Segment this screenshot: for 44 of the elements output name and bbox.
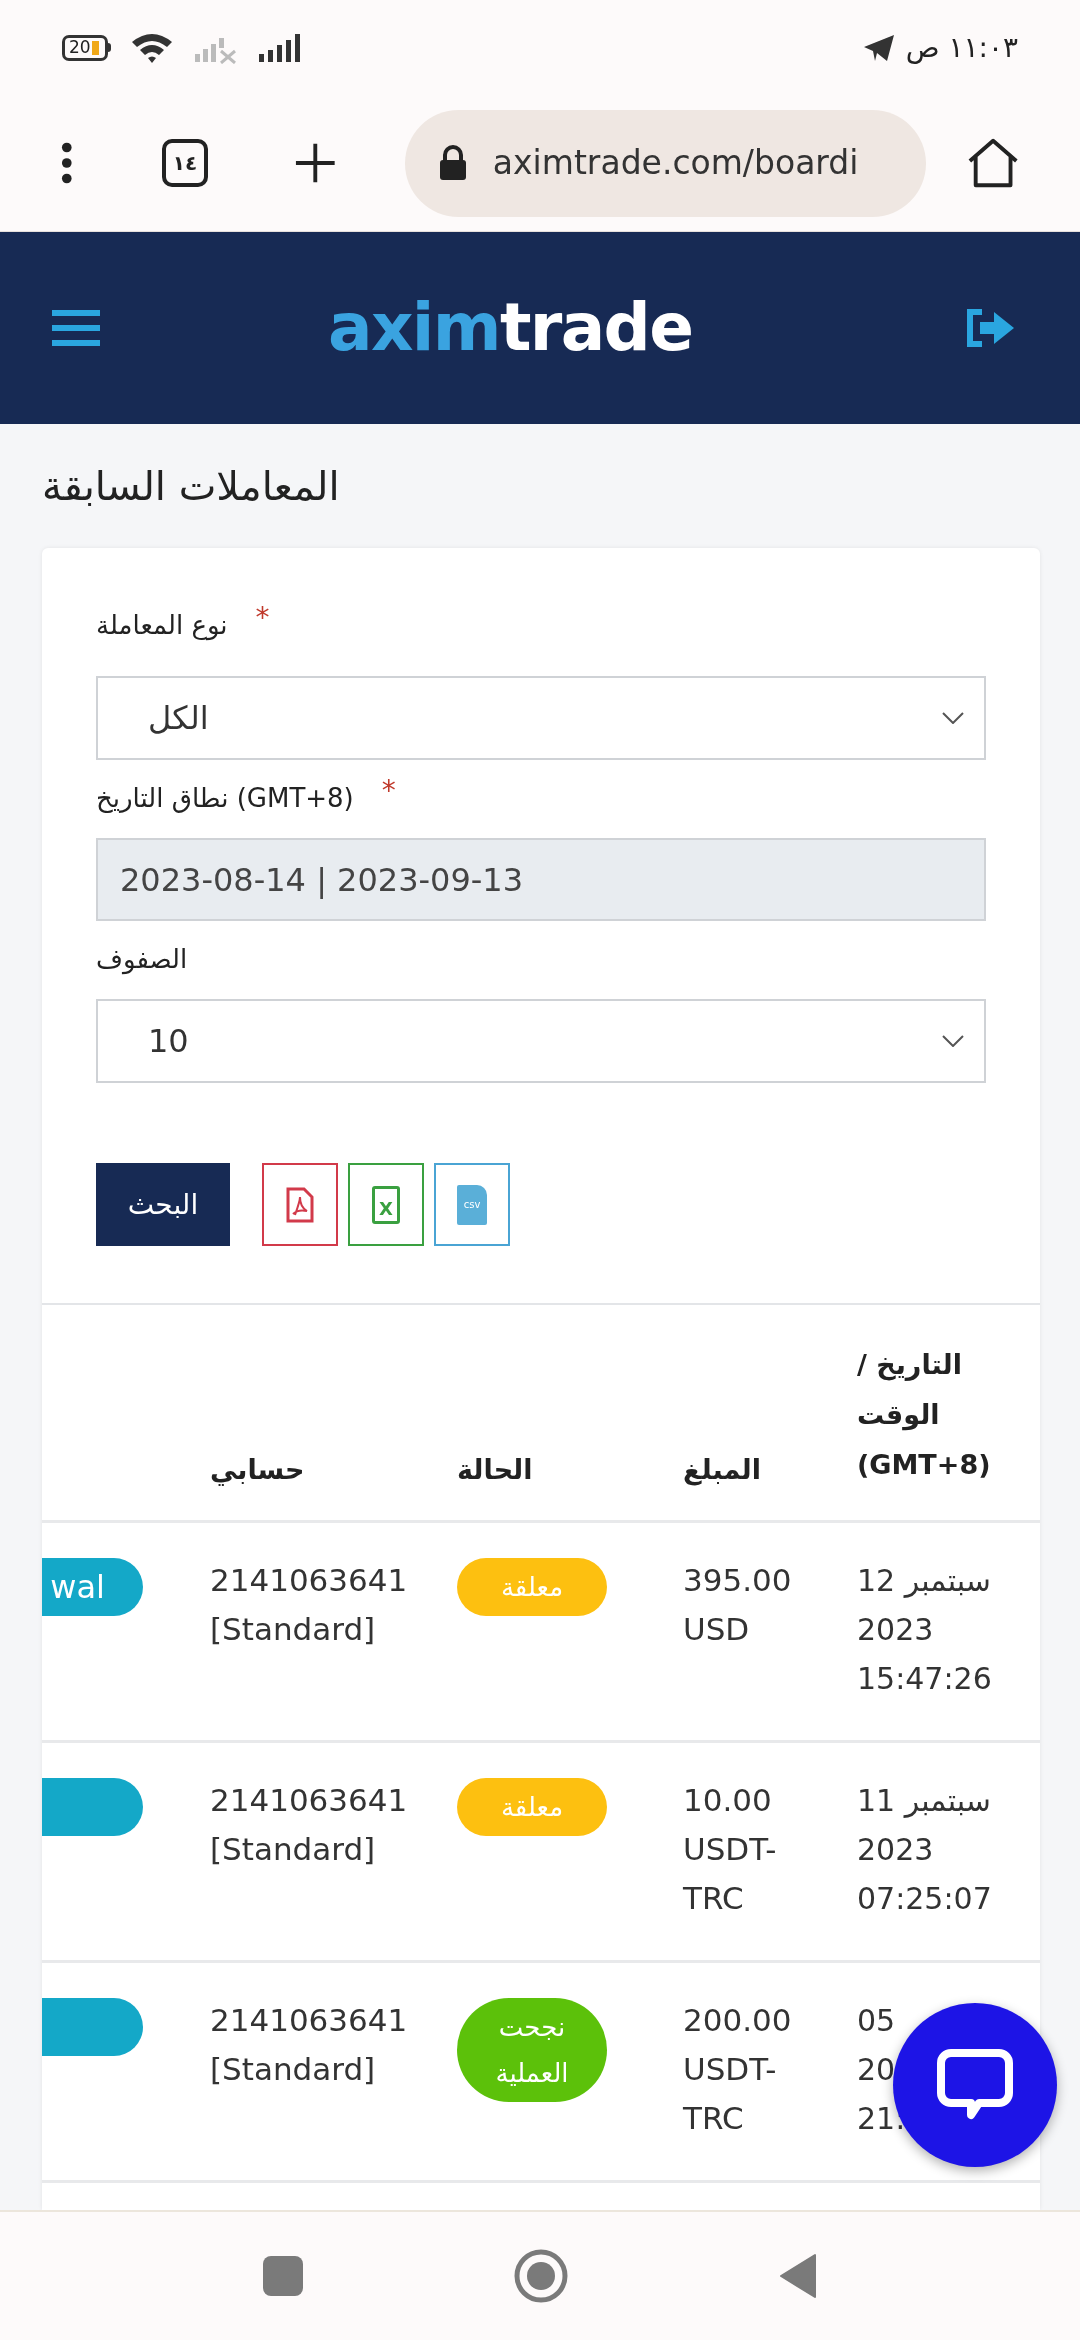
csv-file-icon: csv — [457, 1184, 487, 1225]
chevron-down-icon — [942, 1035, 964, 1047]
pdf-export-button[interactable] — [262, 1163, 338, 1246]
page-title: المعاملات السابقة — [42, 462, 340, 511]
clock-time: ١١:٠٣ ص — [905, 29, 1018, 66]
account-cell-text: 2141063641 [Standard] — [210, 1561, 409, 1649]
amount-cell-text: 395.00 USD — [683, 1561, 793, 1649]
required-mark: * — [255, 600, 270, 636]
amount-cell-text: 200.00 USDT- TRC — [683, 2001, 793, 2138]
home-button[interactable] — [513, 2248, 569, 2304]
chevron-down-icon — [942, 712, 964, 724]
pdf-file-icon — [286, 1186, 314, 1223]
search-button[interactable]: البحث — [96, 1163, 230, 1246]
plus-icon[interactable] — [294, 141, 337, 185]
select-field[interactable]: 10 — [96, 999, 986, 1083]
tab-count-button[interactable]: ١٤ — [161, 139, 209, 187]
excel-file-icon: X — [372, 1185, 400, 1224]
select-field[interactable]: الكل — [96, 676, 986, 760]
menu-dots-icon[interactable] — [60, 141, 74, 185]
field-label: الصفوف — [96, 942, 188, 977]
status-badge: معلقة — [457, 1558, 607, 1616]
required-mark: * — [381, 773, 396, 809]
date-range-field[interactable]: 2023-08-14 | 2023-09-13 — [96, 838, 986, 921]
column-header: حسابي — [210, 1452, 306, 1488]
field-label: نطاق التاريخ (GMT+8) — [96, 781, 354, 815]
status-badge: نجحت العملية — [457, 1998, 607, 2102]
column-header: المبلغ — [683, 1452, 762, 1488]
lock-icon — [438, 145, 467, 181]
date-cell-text: 05 20 21: — [857, 2002, 906, 2138]
status-badge: معلقة — [457, 1778, 607, 1836]
column-header: الحالة — [457, 1452, 534, 1487]
column-header: التاريخ / الوقت (GMT+8) — [857, 1348, 992, 1482]
logo[interactable]: aximtrade — [328, 295, 693, 361]
address-bar[interactable]: aximtrade.com/boardi — [404, 109, 926, 217]
back-button[interactable] — [779, 2253, 817, 2299]
type-badge: wal — [42, 1558, 143, 1616]
url-text: aximtrade.com/boardi — [492, 142, 859, 185]
chat-bubble-icon — [937, 2049, 1013, 2121]
amount-cell-text: 10.00 USDT- TRC — [683, 1781, 778, 1918]
account-cell-text: 2141063641 [Standard] — [210, 1781, 409, 1869]
battery-icon: 20 — [62, 34, 111, 61]
recent-apps-button[interactable] — [263, 2256, 303, 2296]
field-label: نوع المعاملة — [96, 608, 228, 643]
account-cell-text: 2141063641 [Standard] — [210, 2001, 409, 2089]
